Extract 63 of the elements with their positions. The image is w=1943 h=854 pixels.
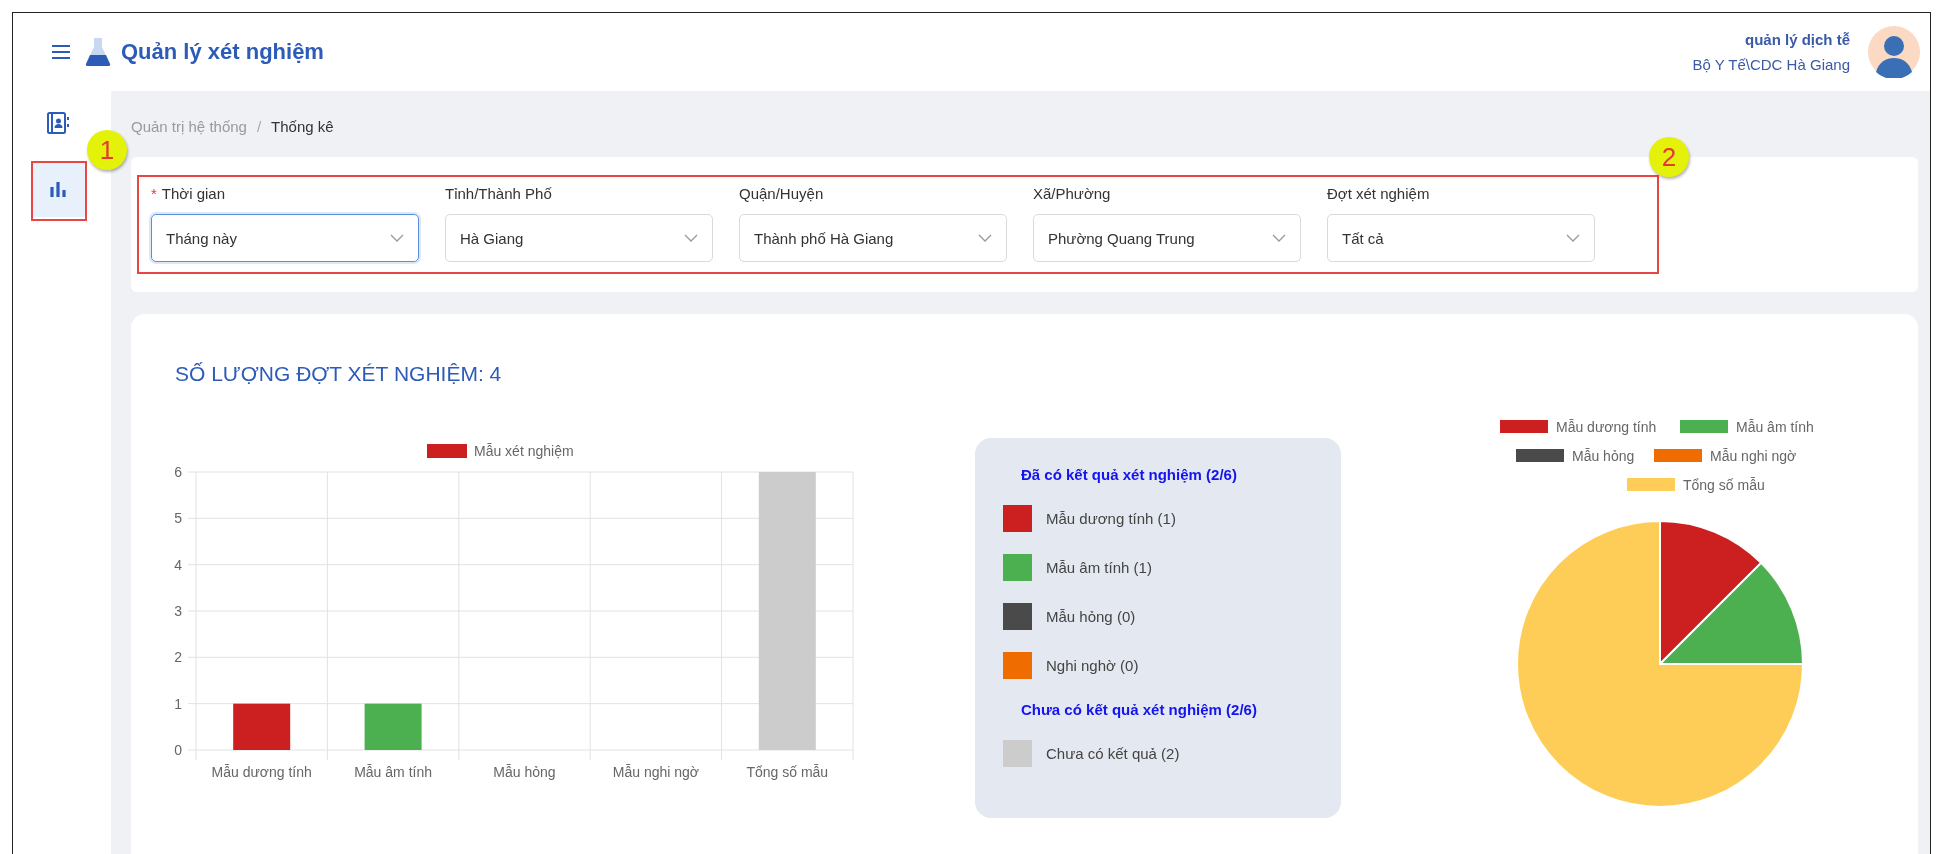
legend-item[interactable]: Mẫu hỏng — [1516, 448, 1635, 464]
x-tick-label: Mẫu dương tính — [211, 764, 312, 780]
bar-chart-icon — [48, 179, 68, 199]
filter-label: Quận/Huyện — [739, 185, 825, 202]
flask-icon — [85, 37, 111, 67]
bar — [233, 703, 291, 750]
legend-label: Mẫu âm tính — [1736, 419, 1814, 435]
x-tick-label: Mẫu nghi ngờ — [612, 764, 700, 780]
select-field[interactable]: Thành phố Hà Giang — [739, 214, 1007, 262]
summary-label: Mẫu dương tính (1) — [1046, 510, 1176, 527]
legend-item[interactable]: Mẫu âm tính — [1680, 419, 1814, 435]
chevron-down-icon — [978, 234, 992, 242]
user-name: quản lý dịch tễ — [1745, 31, 1850, 48]
legend-label: Mẫu nghi ngờ — [1710, 448, 1797, 464]
select-field[interactable]: Tất cả — [1327, 214, 1595, 262]
legend-label: Mẫu xét nghiệm — [474, 443, 574, 459]
summary-heading: Chưa có kết quả xét nghiệm (2/6) — [1021, 701, 1258, 718]
contacts-icon — [46, 111, 70, 135]
callout-badge: 2 — [1649, 137, 1689, 177]
breadcrumb-item: Thống kê — [271, 118, 334, 135]
filter-label: Đợt xét nghiệm — [1327, 185, 1431, 202]
y-tick-label: 0 — [174, 742, 182, 758]
summary-label: Chưa có kết quả (2) — [1046, 745, 1180, 762]
stats-title: SỐ LƯỢNG ĐỢT XÉT NGHIỆM: 4 — [175, 362, 503, 386]
y-tick-label: 1 — [174, 695, 182, 712]
filter-label: Tỉnh/Thành Phố — [445, 185, 553, 202]
legend-item[interactable]: Mẫu dương tính — [1500, 419, 1657, 435]
x-tick-label: Mẫu hỏng — [493, 764, 556, 780]
legend-label: Tổng số mẫu — [1683, 477, 1765, 493]
legend-label: Mẫu dương tính — [1556, 419, 1657, 435]
user-unit: Bộ Y Tế\CDC Hà Giang — [1692, 56, 1850, 73]
y-tick-label: 2 — [174, 649, 182, 666]
y-tick-label: 5 — [174, 510, 182, 527]
summary-label: Mẫu âm tính (1) — [1046, 559, 1152, 576]
select-field[interactable]: Tháng này — [151, 214, 419, 262]
select-field[interactable]: Hà Giang — [445, 214, 713, 262]
breadcrumb-separator: / — [256, 118, 262, 135]
sidebar-item[interactable] — [31, 161, 85, 217]
x-tick-label: Mẫu âm tính — [354, 764, 432, 780]
filter-label: Xã/Phường — [1033, 185, 1112, 202]
x-tick-label: Tổng số mẫu — [746, 764, 829, 780]
legend-item[interactable]: Tổng số mẫu — [1627, 477, 1765, 493]
chevron-down-icon — [1272, 234, 1286, 242]
summary-label: Mẫu hỏng (0) — [1046, 608, 1136, 625]
y-tick-label: 6 — [174, 464, 182, 480]
callout-badge: 1 — [87, 130, 127, 170]
y-tick-label: 4 — [174, 556, 182, 573]
filter-label: * Thời gian — [151, 185, 227, 202]
legend-item[interactable]: Mẫu nghi ngờ — [1654, 448, 1797, 464]
app-title: Quản lý xét nghiệm — [121, 39, 324, 65]
select-field[interactable]: Phường Quang Trung — [1033, 214, 1301, 262]
bar — [364, 703, 422, 750]
summary-label: Nghi nghờ (0) — [1046, 657, 1139, 674]
highlight-frame — [31, 161, 87, 221]
legend-label: Mẫu hỏng — [1572, 448, 1635, 464]
chevron-down-icon — [1566, 234, 1580, 242]
summary-heading: Đã có kết quả xét nghiệm (2/6) — [1021, 466, 1238, 483]
y-tick-label: 3 — [174, 603, 182, 619]
avatar-icon[interactable] — [1868, 26, 1920, 78]
chevron-down-icon — [390, 234, 404, 242]
legend-item[interactable]: Mẫu xét nghiệm — [427, 443, 574, 459]
chevron-down-icon — [684, 234, 698, 242]
menu-icon[interactable] — [51, 44, 71, 60]
